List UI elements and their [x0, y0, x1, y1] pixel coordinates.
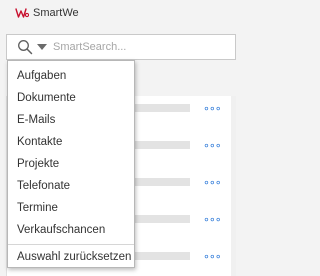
search-category-dropdown: Aufgaben Dokumente E-Mails Kontakte Proj… — [7, 60, 135, 268]
smartwe-logo-icon — [15, 8, 29, 18]
menu-divider — [8, 244, 134, 245]
scrollbar[interactable] — [231, 96, 236, 276]
menu-item-verkaufschancen[interactable]: Verkaufschancen — [8, 219, 134, 241]
menu-item-projekte[interactable]: Projekte — [8, 153, 134, 175]
menu-item-aufgaben[interactable]: Aufgaben — [8, 65, 134, 87]
placeholder-bar — [132, 141, 190, 149]
search-bar — [6, 34, 236, 60]
placeholder-bar — [132, 252, 190, 260]
title-bar: SmartWe — [0, 0, 243, 27]
menu-item-e-mails[interactable]: E-Mails — [8, 109, 134, 131]
smartsearch-input[interactable] — [53, 38, 231, 56]
app-title: SmartWe — [33, 7, 79, 19]
ellipsis-icon[interactable]: ∘∘∘ — [203, 176, 222, 189]
placeholder-bar — [132, 178, 190, 186]
menu-item-kontakte[interactable]: Kontakte — [8, 131, 134, 153]
search-filter-button[interactable] — [7, 35, 51, 59]
caret-down-icon — [37, 44, 47, 50]
ellipsis-icon[interactable]: ∘∘∘ — [203, 139, 222, 152]
ellipsis-icon[interactable]: ∘∘∘ — [203, 213, 222, 226]
menu-item-dokumente[interactable]: Dokumente — [8, 87, 134, 109]
reset-selection-button[interactable]: Auswahl zurücksetzen — [8, 246, 134, 268]
menu-item-termine[interactable]: Termine — [8, 197, 134, 219]
placeholder-bar — [132, 215, 190, 223]
search-icon — [18, 40, 33, 55]
ellipsis-icon[interactable]: ∘∘∘ — [203, 102, 222, 115]
menu-item-telefonate[interactable]: Telefonate — [8, 175, 134, 197]
ellipsis-icon[interactable]: ∘∘∘ — [203, 250, 222, 263]
placeholder-bar — [132, 104, 190, 112]
